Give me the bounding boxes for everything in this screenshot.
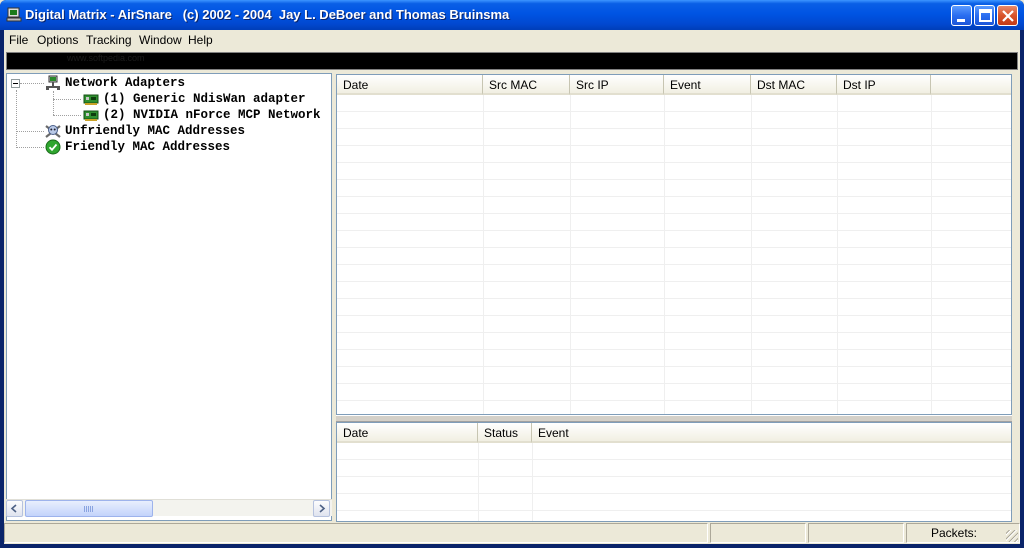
tree-node-label: (1) Generic NdisWan adapter	[103, 92, 306, 106]
column-header-src-ip[interactable]: Src IP	[570, 75, 664, 95]
menu-tracking[interactable]: Tracking	[86, 33, 132, 47]
column-header-event[interactable]: Event	[664, 75, 751, 95]
close-icon	[1002, 10, 1014, 22]
resize-grip[interactable]	[1006, 530, 1018, 542]
events-table[interactable]: Date Src MAC Src IP Event Dst MAC Dst IP	[336, 74, 1012, 415]
column-header-log-event[interactable]: Event	[532, 423, 1011, 443]
tree-node-label: Network Adapters	[65, 76, 186, 90]
column-header-dst-mac[interactable]: Dst MAC	[751, 75, 837, 95]
tree-node-label: (2) NVIDIA nForce MCP Network	[103, 108, 321, 122]
minimize-button[interactable]	[951, 5, 972, 26]
minimize-icon	[957, 19, 965, 22]
watermark-text: www.softpedia.com	[67, 53, 145, 63]
collapse-toggle[interactable]	[11, 79, 20, 88]
column-header-blank[interactable]	[931, 75, 1011, 95]
status-bar: Packets:	[4, 522, 1020, 544]
client-area: File Options Tracking Window Help www.so…	[4, 30, 1020, 544]
log-table[interactable]: Date Status Event	[336, 422, 1012, 522]
menu-file[interactable]: File	[9, 33, 28, 47]
tree-horizontal-scrollbar[interactable]	[6, 499, 332, 517]
menu-window[interactable]: Window	[139, 33, 182, 47]
status-panel-packets: Packets:	[906, 523, 1020, 543]
network-icon	[46, 75, 60, 90]
skull-crossbones-icon	[45, 125, 61, 138]
column-header-log-date[interactable]: Date	[337, 423, 478, 443]
app-window: Digital Matrix - AirSnare (c) 2002 - 200…	[0, 0, 1024, 548]
window-title: Digital Matrix - AirSnare (c) 2002 - 200…	[25, 7, 510, 22]
tree-view[interactable]: Network Adapters (1) Generic NdisWan ada…	[6, 73, 332, 521]
tree-node-label: Unfriendly MAC Addresses	[65, 124, 246, 138]
status-panel-main	[4, 523, 708, 543]
maximize-icon	[979, 9, 992, 22]
column-header-date[interactable]: Date	[337, 75, 483, 95]
network-card-icon	[83, 110, 99, 121]
scroll-right-button[interactable]	[313, 500, 330, 517]
menu-help[interactable]: Help	[188, 33, 213, 47]
column-header-src-mac[interactable]: Src MAC	[483, 75, 570, 95]
close-button[interactable]	[997, 5, 1018, 26]
status-strip: www.softpedia.com	[6, 52, 1018, 70]
maximize-button[interactable]	[974, 5, 995, 26]
horizontal-splitter[interactable]	[336, 415, 1012, 422]
title-bar[interactable]: Digital Matrix - AirSnare (c) 2002 - 200…	[0, 0, 1024, 30]
menu-bar: File Options Tracking Window Help	[4, 30, 1020, 50]
arrow-right-icon	[319, 504, 326, 513]
airsnare-app-icon[interactable]	[6, 7, 22, 23]
status-panel-2	[710, 523, 806, 543]
column-header-log-status[interactable]: Status	[478, 423, 532, 443]
menu-options[interactable]: Options	[37, 33, 78, 47]
packets-label: Packets:	[931, 526, 978, 540]
scroll-left-button[interactable]	[6, 500, 23, 517]
network-card-icon	[83, 94, 99, 105]
arrow-left-icon	[10, 504, 17, 513]
tree-node-label: Friendly MAC Addresses	[65, 140, 231, 154]
status-panel-3	[808, 523, 904, 543]
check-circle-icon	[45, 139, 61, 155]
scroll-thumb[interactable]	[25, 500, 153, 517]
column-header-dst-ip[interactable]: Dst IP	[837, 75, 931, 95]
